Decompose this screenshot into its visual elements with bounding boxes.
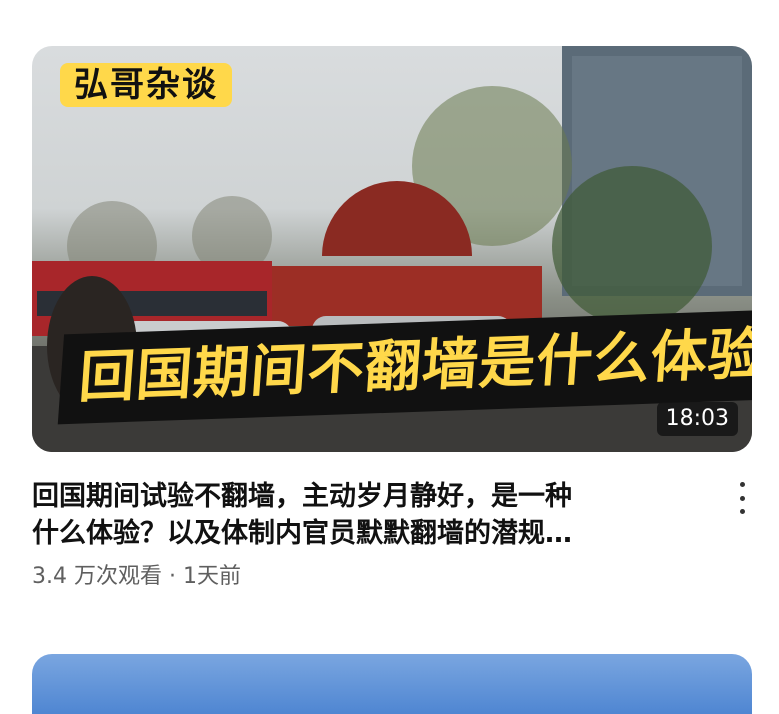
video-title-line-1: 回国期间试验不翻墙，主动岁月静好，是一种 xyxy=(32,481,572,512)
video-meta: 3.4 万次观看 · 1天前 xyxy=(32,562,241,592)
next-video-thumbnail[interactable] xyxy=(32,654,752,714)
channel-tag: 弘哥杂谈 xyxy=(60,63,232,107)
menu-dot xyxy=(739,509,745,514)
video-thumbnail[interactable]: 弘哥杂谈 回国期间不翻墙是什么体验 18:03 xyxy=(32,46,752,452)
video-title-line-2: 什么体验？以及体制内官员默默翻墙的潜规… xyxy=(32,518,572,549)
menu-dot xyxy=(739,482,745,487)
meta-separator: · xyxy=(168,564,176,589)
upload-age: 1天前 xyxy=(182,564,241,589)
view-count: 3.4 万次观看 xyxy=(32,564,162,589)
duration-badge: 18:03 xyxy=(656,402,738,436)
more-vert-icon[interactable] xyxy=(732,482,752,514)
menu-dot xyxy=(739,495,745,501)
video-title[interactable]: 回国期间试验不翻墙，主动岁月静好，是一种 什么体验？以及体制内官员默默翻墙的潜规… xyxy=(32,478,712,552)
